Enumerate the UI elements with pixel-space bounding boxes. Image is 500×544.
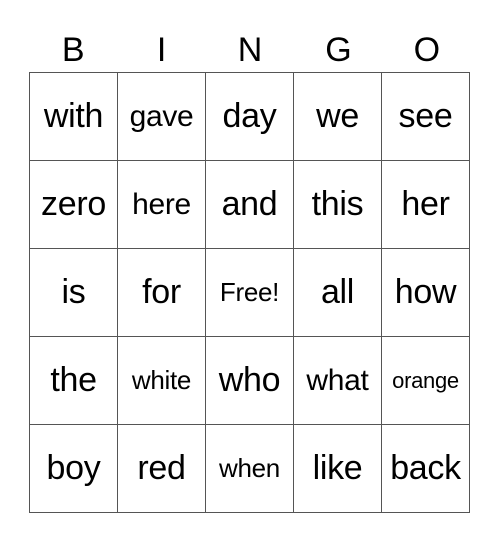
- bingo-cell[interactable]: boy: [29, 424, 118, 513]
- header-letter-b: B: [61, 31, 85, 69]
- bingo-cell[interactable]: how: [381, 248, 470, 337]
- bingo-cell[interactable]: we: [293, 72, 382, 161]
- bingo-cell[interactable]: gave: [117, 72, 206, 161]
- bingo-cell[interactable]: orange: [381, 336, 470, 425]
- bingo-cell[interactable]: zero: [29, 160, 118, 249]
- bingo-header: B I N G O: [29, 28, 471, 72]
- bingo-cell[interactable]: day: [205, 72, 294, 161]
- grid-row: with gave day we see: [29, 72, 470, 161]
- bingo-cell[interactable]: this: [293, 160, 382, 249]
- bingo-cell[interactable]: white: [117, 336, 206, 425]
- bingo-cell[interactable]: is: [29, 248, 118, 337]
- bingo-cell[interactable]: see: [381, 72, 470, 161]
- bingo-grid: with gave day we see zero here and this …: [29, 72, 470, 513]
- bingo-cell[interactable]: with: [29, 72, 118, 161]
- bingo-cell[interactable]: red: [117, 424, 206, 513]
- grid-row: the white who what orange: [29, 336, 470, 425]
- bingo-cell[interactable]: who: [205, 336, 294, 425]
- bingo-cell[interactable]: what: [293, 336, 382, 425]
- header-letter-i: I: [156, 31, 167, 69]
- bingo-cell[interactable]: like: [293, 424, 382, 513]
- header-letter-n: N: [237, 31, 263, 69]
- bingo-cell[interactable]: here: [117, 160, 206, 249]
- grid-row: zero here and this her: [29, 160, 470, 249]
- bingo-cell[interactable]: her: [381, 160, 470, 249]
- grid-row: is for Free! all how: [29, 248, 470, 337]
- header-letter-g: G: [325, 31, 352, 69]
- bingo-cell[interactable]: all: [293, 248, 382, 337]
- bingo-cell[interactable]: the: [29, 336, 118, 425]
- header-letter-o: O: [413, 31, 441, 69]
- grid-row: boy red when like back: [29, 424, 470, 513]
- free-space-cell[interactable]: Free!: [205, 248, 294, 337]
- bingo-cell[interactable]: and: [205, 160, 294, 249]
- bingo-cell[interactable]: for: [117, 248, 206, 337]
- bingo-cell[interactable]: back: [381, 424, 470, 513]
- bingo-cell[interactable]: when: [205, 424, 294, 513]
